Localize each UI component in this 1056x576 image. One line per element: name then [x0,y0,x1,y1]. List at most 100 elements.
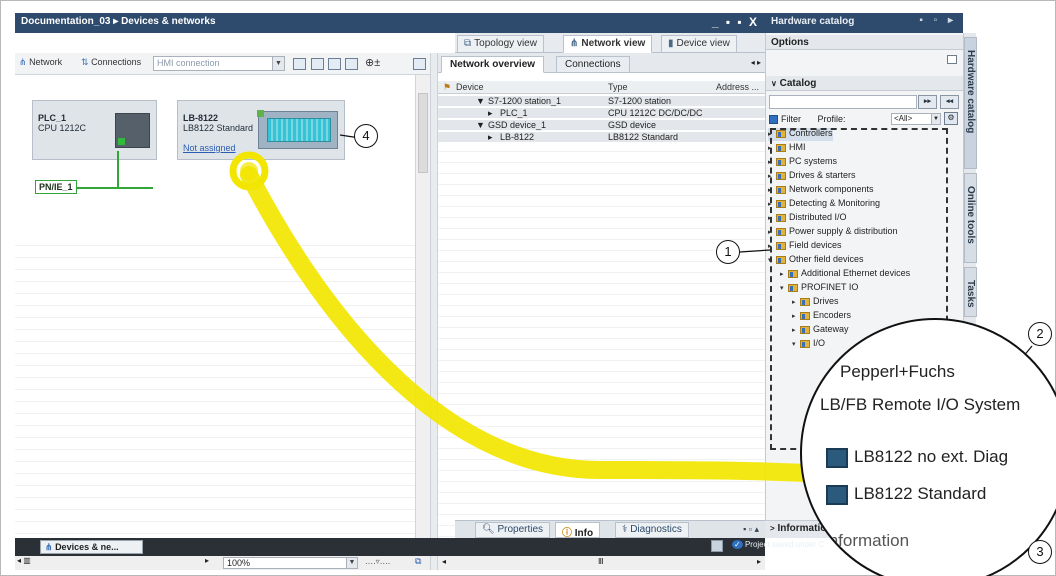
devices-networks-task-button[interactable]: ⋔ Devices & ne... [40,540,143,554]
tab-diagnostics[interactable]: ⚕ Diagnostics [615,522,689,538]
overview-horizontal-scrollbar[interactable]: ◂ Ⅲ ▸ [438,555,765,570]
gsd-device-box[interactable]: LB-8122 LB8122 Standard Not assigned [177,100,345,160]
network-icon: ⋔ [45,542,53,552]
catalog-section[interactable]: ∨ Catalog [766,76,964,91]
chevron-right-icon: > [770,524,775,533]
not-assigned-link[interactable]: Not assigned [183,143,236,153]
tab-device-view[interactable]: ▮ Device view [661,35,737,53]
layout-icon[interactable] [311,58,324,70]
tab-info[interactable]: ⓘ Info [555,522,601,539]
module-icon [826,448,848,468]
expand-arrow-icon[interactable]: ▼ [476,120,485,130]
plc-device-box[interactable]: PLC_1 CPU 1212C [32,100,157,160]
callout-2: 2 [1028,322,1052,346]
catalog-search-input[interactable] [769,95,917,109]
inspector-tabs: 🔍︎ Properties ⓘ Info ⚕ Diagnostics ▪ ▫ ▴ [455,520,765,539]
magnifier-dp: DP [832,564,856,576]
connection-type-select[interactable]: HMI connection ▼ [153,56,285,71]
zoom-icon[interactable]: ⊕± [365,56,380,69]
magnifier-system: LB/FB Remote I/O System [820,395,1021,414]
inspector-window-controls[interactable]: ▪ ▫ ▴ [743,524,759,535]
magnifier-item-standard[interactable]: LB8122 Standard [854,484,986,504]
scroll-left-icon[interactable]: ◂ ▥ [17,556,31,565]
network-canvas[interactable]: PLC_1 CPU 1212C LB-8122 LB8122 Standard … [15,75,430,570]
network-overview-panel: Network overview Connections ◂ ▸ ⚑ Devic… [438,53,765,570]
canvas-vertical-scrollbar[interactable] [415,75,430,570]
scroll-left-icon[interactable]: ◂ [442,557,446,566]
tab-topology-view[interactable]: ⧉ Topology view [457,35,544,53]
overview-table-header: ⚑ Device Type Address ... [438,81,765,94]
expand-arrow-icon[interactable]: ▸ [488,132,493,143]
view-tabs: ⧉ Topology view ⋔ Network view ▮ Device vie… [455,33,765,53]
tab-online-tools[interactable]: Online tools [964,173,977,263]
zoom-select[interactable]: 100% ▼ [223,557,358,569]
breadcrumb-project[interactable]: Documentation_03 [21,16,110,27]
scroll-right-icon[interactable]: ▸ [205,556,209,565]
search-up-button[interactable]: ◂◂ [940,95,959,109]
device-icon: ▮ [668,38,674,49]
chevron-down-icon: ∨ [771,79,777,88]
module-icon [826,485,848,505]
canvas-horizontal-scrollbar[interactable]: ◂ ▥ ▸ 100% ▼ ‥‥▿‥‥ ⧉ [15,555,430,570]
scroll-right-icon[interactable]: ▸ [757,557,761,566]
expand-arrow-icon[interactable]: ▼ [476,96,485,106]
diagnostics-icon: ⚕ [622,524,628,535]
gsd-device-type: LB8122 Standard [183,123,254,133]
tab-properties[interactable]: 🔍︎ Properties [475,522,551,538]
pane-splitter[interactable] [430,53,438,570]
scroll-thumb[interactable]: Ⅲ [598,557,604,566]
table-row[interactable]: ▸ PLC_1 CPU 1212C DC/DC/DC [438,108,765,119]
options-section[interactable]: Options [766,35,964,50]
tab-network-overview[interactable]: Network overview [441,56,545,73]
tab-hardware-catalog[interactable]: Hardware catalog [964,37,977,169]
network-icon: ⋔ [570,38,579,49]
connections-icon: ⇅ [81,57,89,67]
subnet-label[interactable]: PN/IE_1 [35,180,77,194]
plc-cpu: CPU 1212C [38,123,87,133]
magnifier-information: Information [824,531,910,550]
options-toggle-icon[interactable] [947,55,957,64]
column-address[interactable]: Address ... [716,82,759,92]
grid-icon[interactable] [328,58,341,70]
cpu-module-icon [115,113,150,148]
search-down-button[interactable]: ▸▸ [918,95,937,109]
editor-taskbar: ⋔ Devices & ne... [15,538,765,556]
filter-checkbox[interactable] [769,115,778,125]
profile-select[interactable]: <All> ▼ [891,113,941,125]
device-column-icon: ⚑ [443,82,452,92]
window-controls[interactable]: _ ▪ ▪ X [712,15,759,29]
table-toggle-icon[interactable] [413,58,426,70]
network-mode-button[interactable]: ⋔ Network [19,57,62,68]
column-type[interactable]: Type [608,82,628,92]
status-message: ✓ Project saved under C [732,540,825,549]
catalog-window-controls[interactable]: ▪ ▫ ▸ [919,15,957,26]
topology-icon: ⧉ [464,38,472,49]
zoom-chevron-down-icon[interactable]: ▼ [346,558,357,568]
check-icon: ✓ [732,540,743,549]
column-device[interactable]: Device [456,82,484,92]
magnifier-vendor: Pepperl+Fuchs [840,362,955,381]
table-row[interactable]: ▼ S7-1200 station_1 S7-1200 station [438,96,765,107]
tab-network-view[interactable]: ⋔ Network view [563,35,653,53]
remote-io-module-icon [257,110,338,149]
tab-tasks[interactable]: Tasks [964,267,977,317]
chevron-down-icon[interactable]: ▼ [931,114,940,124]
status-log-icon[interactable] [711,540,723,552]
expand-arrow-icon[interactable]: ▸ [488,108,493,119]
show-address-icon[interactable] [293,58,306,70]
magnifier-item-no-ext-diag[interactable]: LB8122 no ext. Diag [854,447,1008,467]
table-row[interactable]: ▼ GSD device_1 GSD device [438,120,765,131]
tab-connections[interactable]: Connections [556,56,630,73]
breadcrumb-page[interactable]: Devices & networks [121,16,216,27]
tab-scroll-icon[interactable]: ◂ ▸ [751,58,761,67]
overview-navigation-icon[interactable]: ⧉ [415,556,421,567]
zoom-slider[interactable]: ‥‥▿‥‥ [365,557,390,566]
profile-settings-icon[interactable]: ⚙ [944,112,958,125]
plc-network-drop [117,151,119,187]
page-break-icon[interactable] [345,58,358,70]
network-toolbar: ⋔ Network ⇅ Connections HMI connection ▼… [15,53,430,75]
chevron-down-icon[interactable]: ▼ [272,57,284,70]
gsd-device-name: LB-8122 [183,113,219,123]
table-row[interactable]: ▸ LB-8122 LB8122 Standard [438,132,765,143]
connections-mode-button[interactable]: ⇅ Connections [81,57,141,68]
